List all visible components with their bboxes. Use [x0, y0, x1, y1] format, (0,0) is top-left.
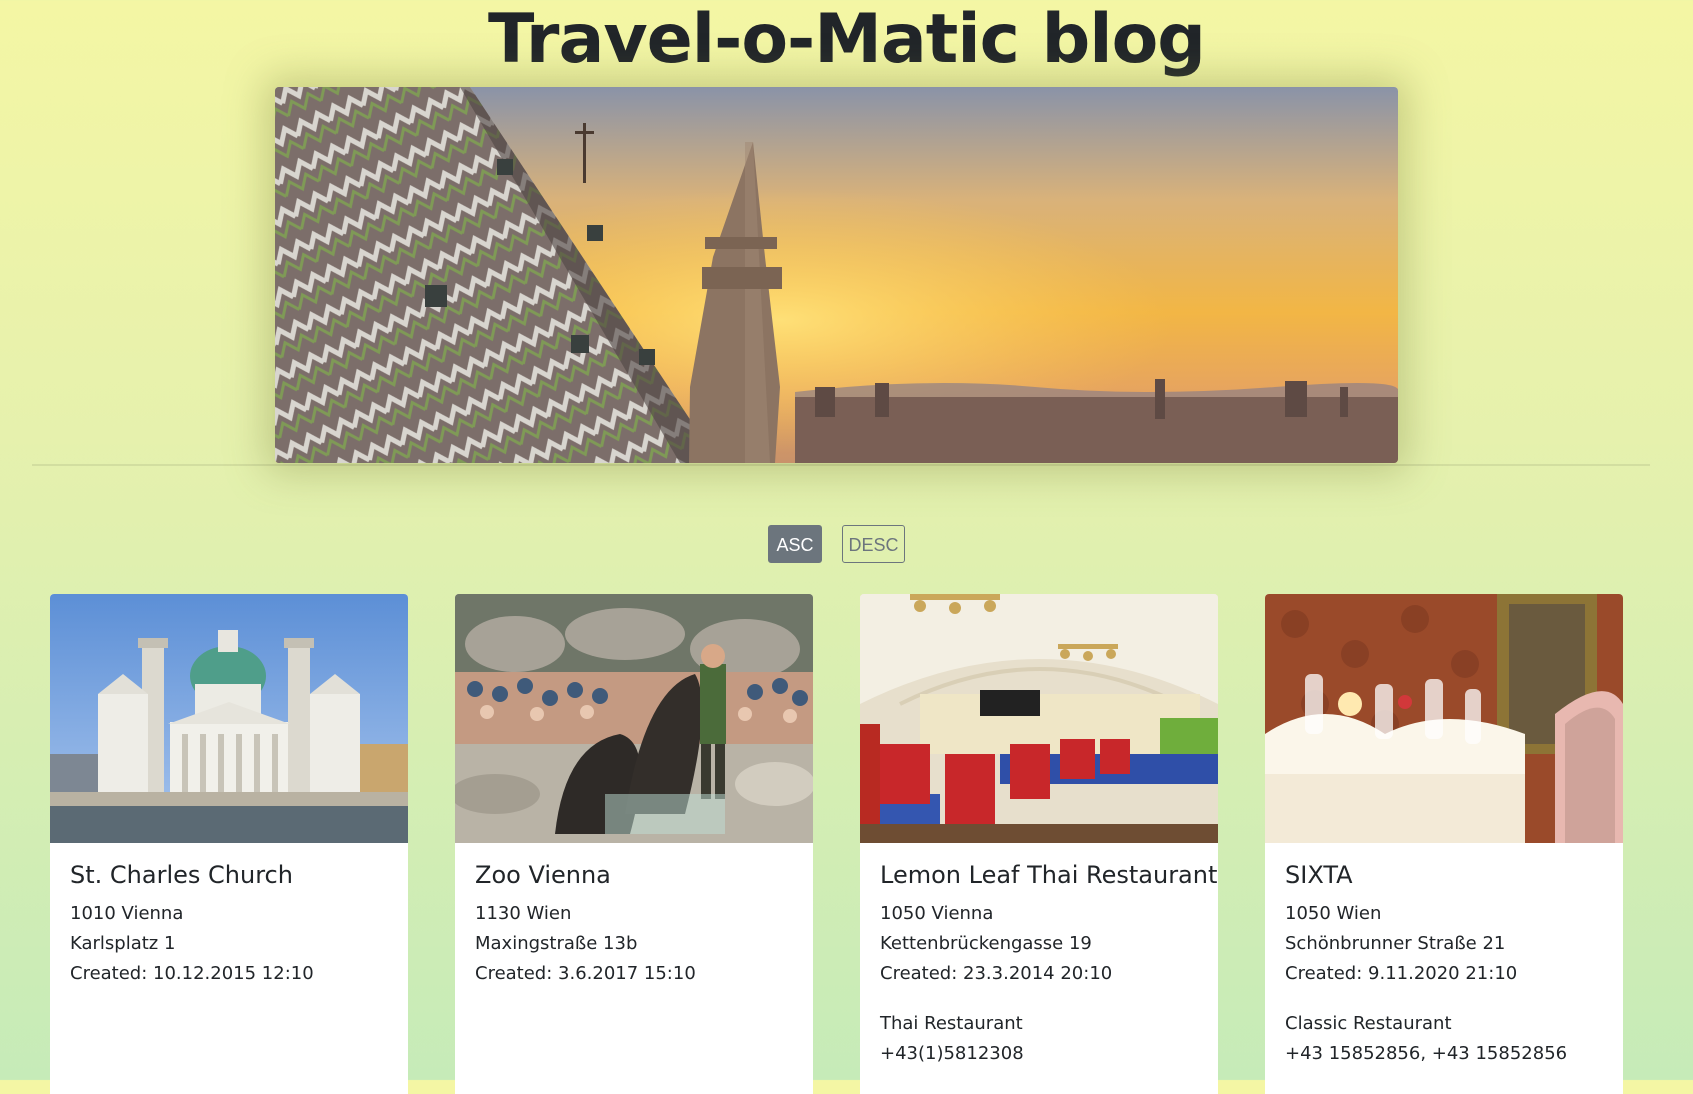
card-title[interactable]: Zoo Vienna: [475, 860, 801, 890]
card-body: Lemon Leaf Thai Restaurant 1050 Vienna K…: [880, 860, 1217, 1069]
card-body: St. Charles Church 1010 Vienna Karlsplat…: [70, 860, 396, 989]
sixta-restaurant-image: [1265, 594, 1623, 843]
location-card[interactable]: SIXTA 1050 Wien Schönbrunner Straße 21 C…: [1265, 594, 1623, 1094]
card-title[interactable]: SIXTA: [1285, 860, 1611, 890]
card-phone: +43 15852856, +43 15852856: [1285, 1043, 1568, 1064]
divider: [32, 464, 1650, 466]
location-card[interactable]: Lemon Leaf Thai Restaurant 1050 Vienna K…: [860, 594, 1218, 1094]
card-zip-city: 1130 Wien: [475, 903, 572, 924]
lemon-leaf-restaurant-image: [860, 594, 1218, 843]
card-address: Schönbrunner Straße 21: [1285, 933, 1506, 954]
card-zip-city: 1050 Wien: [1285, 903, 1382, 924]
card-title[interactable]: Lemon Leaf Thai Restaurant: [880, 860, 1217, 890]
st-charles-church-image: [50, 594, 408, 843]
page-title: Travel-o-Matic blog: [488, 0, 1206, 79]
zoo-vienna-image: [455, 594, 813, 843]
card-created: Created: 23.3.2014 20:10: [880, 963, 1113, 984]
location-card[interactable]: St. Charles Church 1010 Vienna Karlsplat…: [50, 594, 408, 1094]
card-created: Created: 3.6.2017 15:10: [475, 963, 696, 984]
vienna-skyline-image: [275, 87, 1398, 463]
card-phone: +43(1)5812308: [880, 1043, 1024, 1064]
location-card[interactable]: Zoo Vienna 1130 Wien Maxingstraße 13b Cr…: [455, 594, 813, 1094]
card-body: Zoo Vienna 1130 Wien Maxingstraße 13b Cr…: [475, 860, 801, 989]
card-zip-city: 1010 Vienna: [70, 903, 184, 924]
card-title[interactable]: St. Charles Church: [70, 860, 396, 890]
card-address: Kettenbrückengasse 19: [880, 933, 1092, 954]
card-created: Created: 10.12.2015 12:10: [70, 963, 314, 984]
sort-desc-button[interactable]: DESC: [842, 525, 905, 563]
card-created: Created: 9.11.2020 21:10: [1285, 963, 1518, 984]
hero-image: [275, 87, 1398, 463]
card-zip-city: 1050 Vienna: [880, 903, 994, 924]
card-type: Thai Restaurant: [880, 1013, 1023, 1034]
card-body: SIXTA 1050 Wien Schönbrunner Straße 21 C…: [1285, 860, 1611, 1069]
card-address: Karlsplatz 1: [70, 933, 176, 954]
sort-asc-button[interactable]: ASC: [768, 525, 822, 563]
card-type: Classic Restaurant: [1285, 1013, 1452, 1034]
card-address: Maxingstraße 13b: [475, 933, 638, 954]
